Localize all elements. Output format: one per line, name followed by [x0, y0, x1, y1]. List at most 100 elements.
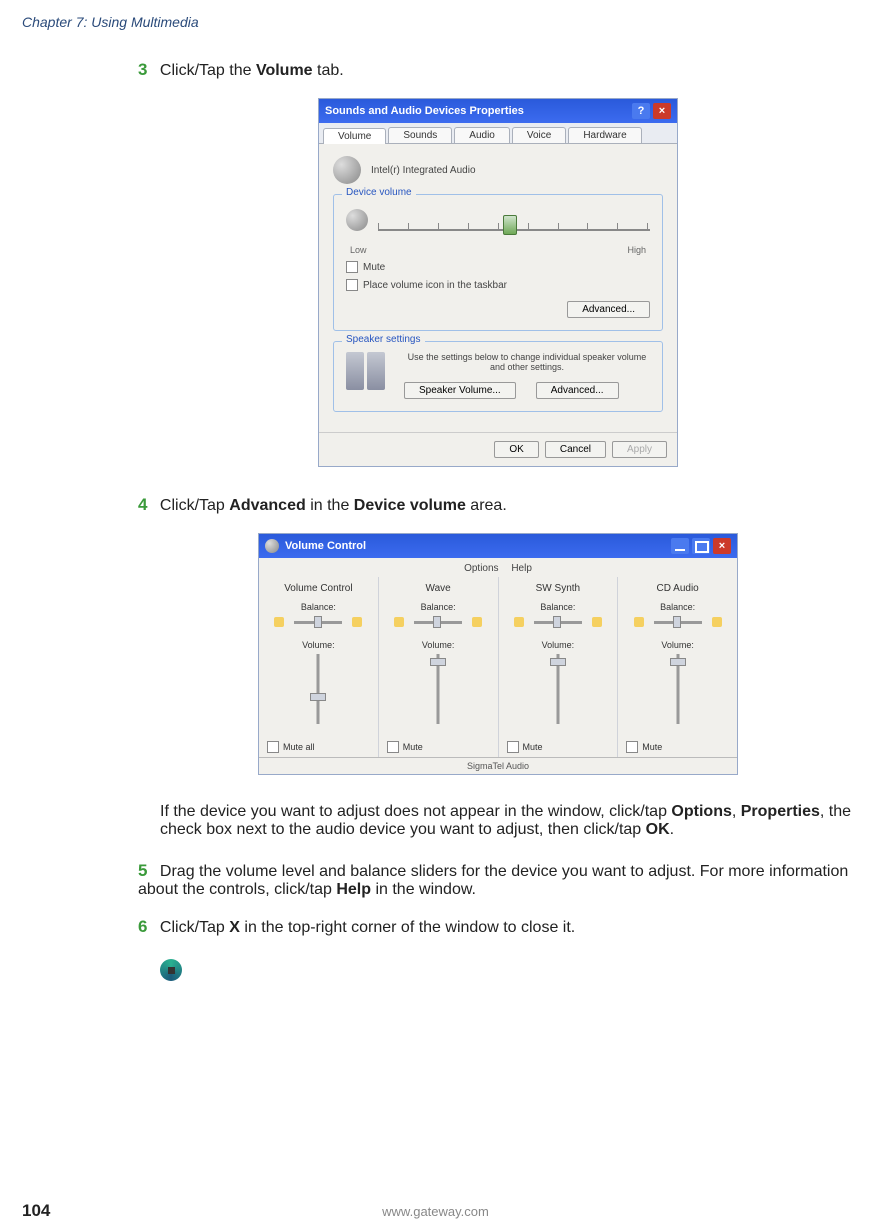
titlebar-buttons: × — [671, 538, 731, 554]
mute-checkbox[interactable]: Mute — [387, 741, 423, 753]
maximize-icon[interactable] — [692, 538, 710, 554]
col-title: SW Synth — [507, 583, 610, 594]
apply-button[interactable]: Apply — [612, 441, 667, 458]
balance-label: Balance: — [626, 602, 729, 612]
bold-text: Device volume — [354, 497, 466, 514]
device-row: Intel(r) Integrated Audio — [333, 156, 663, 184]
text: Click/Tap the — [160, 62, 256, 79]
balance-label: Balance: — [507, 602, 610, 612]
page-content: 3 Click/Tap the Volume tab. Sounds and A… — [138, 60, 858, 981]
step-number: 4 — [138, 495, 147, 514]
mixer-col-swsynth: SW Synth Balance: Volume: Mute — [498, 577, 618, 757]
speaker-advanced-button[interactable]: Advanced... — [536, 382, 619, 399]
balance-slider[interactable] — [507, 614, 610, 630]
step-text: If the device you want to adjust does no… — [160, 803, 851, 838]
tab-volume[interactable]: Volume — [323, 128, 386, 144]
mixer-columns: Volume Control Balance: Volume: Mute all… — [259, 577, 737, 757]
status-bar: SigmaTel Audio — [259, 757, 737, 774]
speaker-volume-button[interactable]: Speaker Volume... — [404, 382, 516, 399]
step-text: Click/Tap X in the top-right corner of t… — [160, 919, 575, 936]
menu-options[interactable]: Options — [464, 563, 498, 574]
step-text: Click/Tap the Volume tab. — [160, 62, 344, 79]
step-3: 3 Click/Tap the Volume tab. — [138, 60, 858, 80]
dialog-title: Volume Control — [285, 540, 366, 552]
col-title: Volume Control — [267, 583, 370, 594]
bold-text: X — [229, 919, 240, 936]
end-of-section-icon — [160, 959, 182, 981]
step-4: 4 Click/Tap Advanced in the Device volum… — [138, 495, 858, 515]
text: Drag the volume level and balance slider… — [138, 863, 848, 898]
volume-slider[interactable] — [310, 654, 326, 724]
dialog-body: Options Help Volume Control Balance: Vol… — [259, 558, 737, 774]
volume-slider[interactable] — [670, 654, 686, 724]
speaker-text: Use the settings below to change individ… — [404, 352, 650, 372]
volume-slider[interactable] — [550, 654, 566, 724]
text: area. — [466, 497, 507, 514]
mixer-col-main: Volume Control Balance: Volume: Mute all — [259, 577, 378, 757]
mute-checkbox[interactable]: Mute — [626, 741, 662, 753]
tab-audio[interactable]: Audio — [454, 127, 510, 143]
dialog-title: Sounds and Audio Devices Properties — [325, 105, 524, 117]
device-volume-group: Device volume LowHigh Mute Place volume … — [333, 194, 663, 331]
slider-thumb[interactable] — [503, 215, 517, 235]
text: Click/Tap — [160, 919, 229, 936]
tab-sounds[interactable]: Sounds — [388, 127, 452, 143]
bold-text: OK — [646, 821, 670, 838]
bold-text: Help — [336, 881, 371, 898]
speaker-settings-group: Speaker settings Use the settings below … — [333, 341, 663, 412]
device-name: Intel(r) Integrated Audio — [371, 165, 476, 176]
app-icon — [265, 539, 279, 553]
speakers-icon — [346, 352, 394, 396]
menu-bar: Options Help — [259, 560, 737, 577]
ok-button[interactable]: OK — [494, 441, 538, 458]
step-6: 6 Click/Tap X in the top-right corner of… — [138, 917, 858, 937]
taskbar-checkbox[interactable]: Place volume icon in the taskbar — [346, 279, 650, 291]
help-icon[interactable]: ? — [632, 103, 650, 119]
titlebar: Volume Control × — [259, 534, 737, 558]
menu-help[interactable]: Help — [511, 563, 532, 574]
volume-icon — [346, 209, 368, 231]
text: in the — [306, 497, 354, 514]
text: tab. — [313, 62, 344, 79]
mute-checkbox[interactable]: Mute — [346, 261, 650, 273]
group-label: Speaker settings — [342, 334, 425, 345]
step-text: Drag the volume level and balance slider… — [138, 863, 848, 898]
bold-text: Properties — [741, 803, 820, 820]
volume-label: Volume: — [626, 640, 729, 650]
mute-all-checkbox[interactable]: Mute all — [267, 741, 315, 753]
balance-slider[interactable] — [387, 614, 490, 630]
volume-slider[interactable] — [378, 213, 650, 231]
speaker-icon — [333, 156, 361, 184]
balance-slider[interactable] — [267, 614, 370, 630]
volume-slider[interactable] — [430, 654, 446, 724]
col-title: CD Audio — [626, 583, 729, 594]
volume-label: Volume: — [507, 640, 610, 650]
close-icon[interactable]: × — [653, 103, 671, 119]
tab-strip: Volume Sounds Audio Voice Hardware — [319, 123, 677, 144]
text: in the window. — [371, 881, 476, 898]
mixer-col-cdaudio: CD Audio Balance: Volume: Mute — [617, 577, 737, 757]
advanced-button[interactable]: Advanced... — [567, 301, 650, 318]
minimize-icon[interactable] — [671, 538, 689, 554]
text: . — [670, 821, 674, 838]
cancel-button[interactable]: Cancel — [545, 441, 606, 458]
volume-control-dialog: Volume Control × Options Help Volume Con… — [258, 533, 738, 775]
chapter-title: Chapter 7: Using Multimedia — [22, 14, 199, 30]
step-number: 5 — [138, 861, 147, 880]
footer-url: www.gateway.com — [382, 1204, 489, 1219]
tab-voice[interactable]: Voice — [512, 127, 566, 143]
text: in the top-right corner of the window to… — [240, 919, 575, 936]
text: If the device you want to adjust does no… — [160, 803, 671, 820]
col-title: Wave — [387, 583, 490, 594]
close-icon[interactable]: × — [713, 538, 731, 554]
properties-dialog: Sounds and Audio Devices Properties ? × … — [318, 98, 678, 467]
balance-label: Balance: — [267, 602, 370, 612]
step-4-note: If the device you want to adjust does no… — [160, 803, 858, 839]
balance-slider[interactable] — [626, 614, 729, 630]
volume-label: Volume: — [387, 640, 490, 650]
step-5: 5 Drag the volume level and balance slid… — [138, 861, 858, 899]
tab-hardware[interactable]: Hardware — [568, 127, 641, 143]
mute-checkbox[interactable]: Mute — [507, 741, 543, 753]
step-text: Click/Tap Advanced in the Device volume … — [160, 497, 507, 514]
step-number: 6 — [138, 917, 147, 936]
